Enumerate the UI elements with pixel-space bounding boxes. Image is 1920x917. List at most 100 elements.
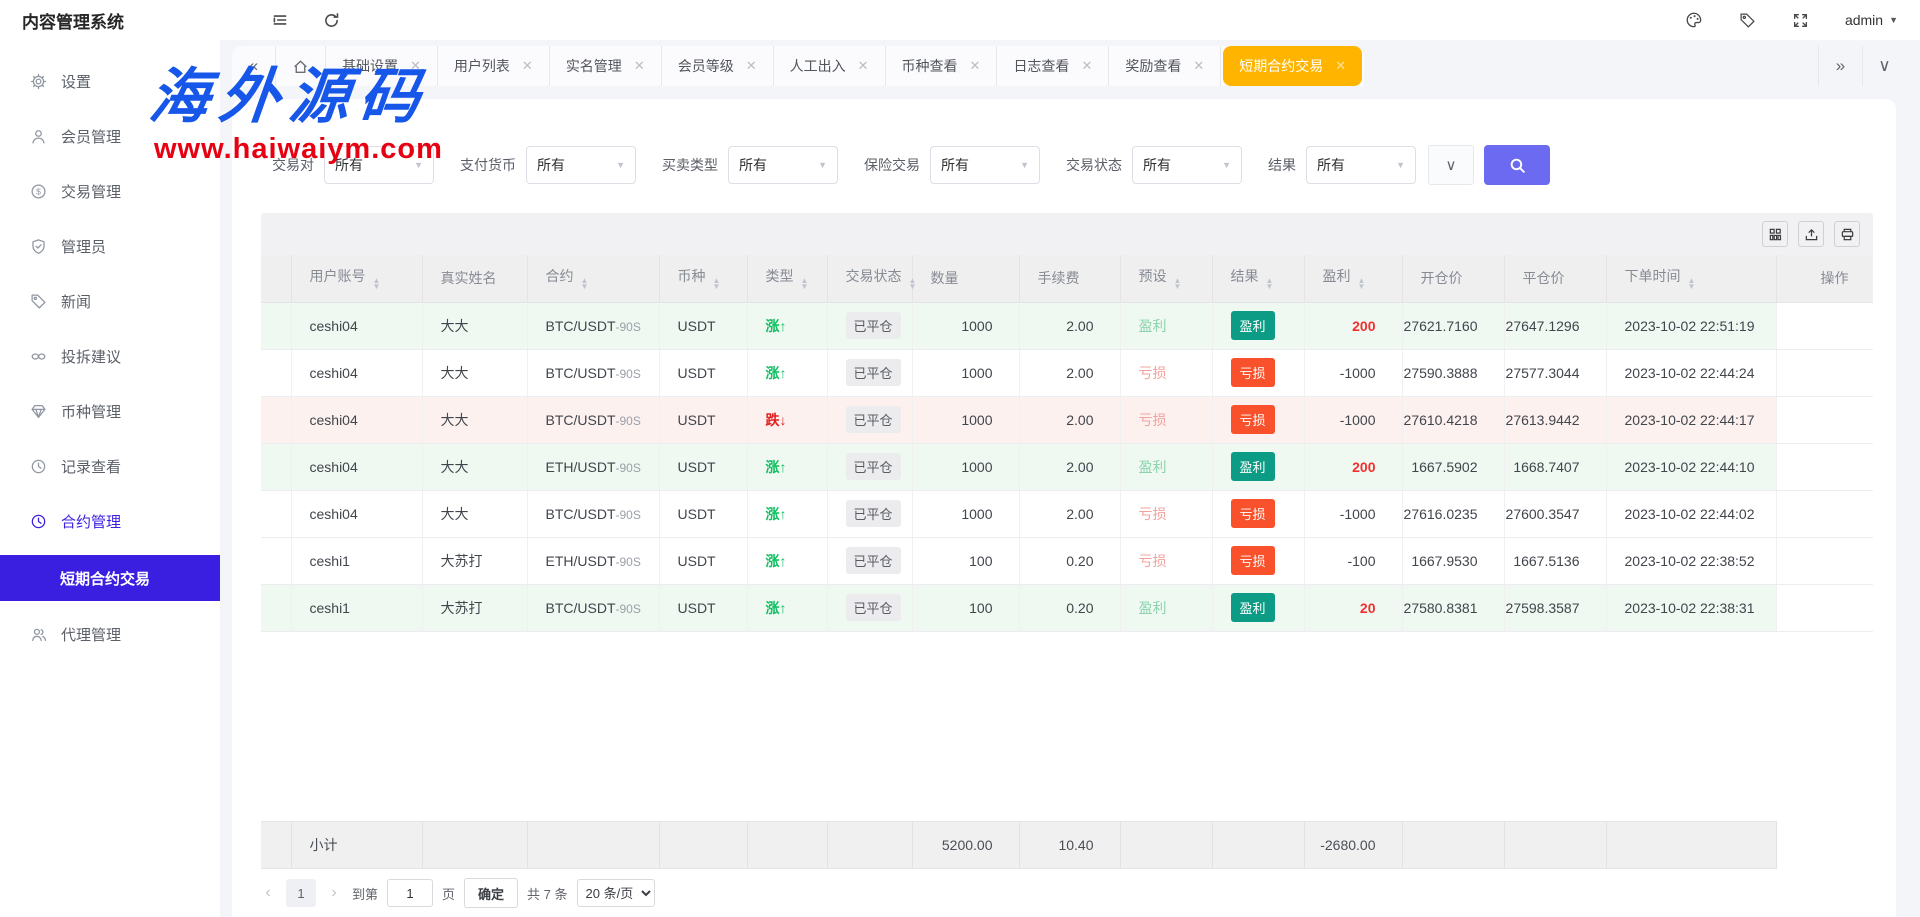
print-button[interactable] xyxy=(1834,221,1860,247)
sidebar-item-coins[interactable]: 币种管理 xyxy=(0,384,220,439)
tab-coin-view[interactable]: 币种查看✕ xyxy=(886,46,998,86)
col-type[interactable]: 类型▲▼ xyxy=(747,255,827,302)
cell-coin: USDT xyxy=(659,443,747,490)
filter-bar: 交易对 所有▼ 支付货币 所有▼ 买卖类型 所有▼ 保险交易 所有▼ 交易状态 … xyxy=(232,99,1896,189)
sidebar-item-agents[interactable]: 代理管理 xyxy=(0,607,220,662)
tabs-scroll-left-icon[interactable]: « xyxy=(232,46,276,86)
cell-result: 亏损 xyxy=(1212,490,1304,537)
user-menu[interactable]: admin ▼ xyxy=(1845,12,1898,28)
sidebar-item-settings[interactable]: 设置 xyxy=(0,54,220,109)
per-page-select[interactable]: 20 条/页 xyxy=(577,879,655,907)
theme-palette-icon[interactable] xyxy=(1685,11,1703,29)
sidebar-item-admins[interactable]: 管理员 xyxy=(0,219,220,274)
col-coin[interactable]: 币种▲▼ xyxy=(659,255,747,302)
next-page-icon[interactable]: › xyxy=(325,884,343,902)
cell-type: 涨↑ xyxy=(747,490,827,537)
sidebar-item-label: 管理员 xyxy=(61,236,106,257)
cell-actions xyxy=(1776,396,1873,443)
col-actions: 操作 xyxy=(1776,255,1873,302)
tab-realname[interactable]: 实名管理✕ xyxy=(550,46,662,86)
close-icon[interactable]: ✕ xyxy=(1335,58,1346,74)
cell-order-time: 2023-10-02 22:44:17 xyxy=(1606,396,1776,443)
result-badge: 亏损 xyxy=(1231,499,1275,528)
tab-member-level[interactable]: 会员等级✕ xyxy=(662,46,774,86)
insurance-select[interactable]: 所有▼ xyxy=(930,146,1040,184)
col-fee: 手续费 xyxy=(1019,255,1120,302)
close-icon[interactable]: ✕ xyxy=(410,58,421,74)
shield-check-icon xyxy=(30,238,47,255)
status-badge: 已平仓 xyxy=(846,500,901,527)
collapse-sidebar-icon[interactable] xyxy=(271,11,289,29)
sidebar-item-feedback[interactable]: 投拆建议 xyxy=(0,329,220,384)
cell-type: 跌↓ xyxy=(747,396,827,443)
tab-user-list[interactable]: 用户列表✕ xyxy=(438,46,550,86)
trade-type-select[interactable]: 所有▼ xyxy=(728,146,838,184)
export-button[interactable] xyxy=(1798,221,1824,247)
cell-fee: 2.00 xyxy=(1019,396,1120,443)
cell-order-time: 2023-10-02 22:44:02 xyxy=(1606,490,1776,537)
close-icon[interactable]: ✕ xyxy=(970,58,981,74)
cell-type: 涨↑ xyxy=(747,349,827,396)
home-tab[interactable] xyxy=(276,46,326,86)
search-button[interactable] xyxy=(1484,145,1550,185)
tab-basic-settings[interactable]: 基础设置✕ xyxy=(326,46,438,86)
col-order-time[interactable]: 下单时间▲▼ xyxy=(1606,255,1776,302)
filter-label: 支付货币 xyxy=(460,155,516,175)
expand-filters-button[interactable]: ∨ xyxy=(1428,145,1474,185)
tab-short-contract-trades[interactable]: 短期合约交易✕ xyxy=(1223,46,1362,86)
status-badge: 已平仓 xyxy=(846,359,901,386)
col-user[interactable]: 用户账号▲▼ xyxy=(291,255,422,302)
confirm-page-button[interactable]: 确定 xyxy=(464,878,518,908)
close-icon[interactable]: ✕ xyxy=(634,58,645,74)
table-row: ceshi04 大大 BTC/USDT-90S USDT 涨↑ 已平仓 1000… xyxy=(261,490,1873,537)
cell-realname: 大苏打 xyxy=(422,584,527,631)
fullscreen-icon[interactable] xyxy=(1792,12,1809,29)
cell-type: 涨↑ xyxy=(747,537,827,584)
sidebar-item-contracts[interactable]: 合约管理 xyxy=(0,494,220,549)
col-preset[interactable]: 预设▲▼ xyxy=(1120,255,1212,302)
tab-log-view[interactable]: 日志查看✕ xyxy=(997,46,1109,86)
cell-realname: 大大 xyxy=(422,490,527,537)
sidebar-item-members[interactable]: 会员管理 xyxy=(0,109,220,164)
col-contract[interactable]: 合约▲▼ xyxy=(527,255,659,302)
table-row: ceshi1 大苏打 ETH/USDT-90S USDT 涨↑ 已平仓 100 … xyxy=(261,537,1873,584)
filter-label: 保险交易 xyxy=(864,155,920,175)
topbar-actions: admin ▼ xyxy=(1685,11,1898,29)
goto-page-input[interactable] xyxy=(387,879,433,907)
tag-icon[interactable] xyxy=(1739,12,1756,29)
cell-preset: 盈利 xyxy=(1120,302,1212,349)
sidebar-item-records[interactable]: 记录查看 xyxy=(0,439,220,494)
trading-pair-select[interactable]: 所有▼ xyxy=(324,146,434,184)
tabs-scroll-right-icon[interactable]: » xyxy=(1818,46,1862,86)
tabs-options-icon[interactable]: ∨ xyxy=(1862,46,1906,86)
column-settings-button[interactable] xyxy=(1762,221,1788,247)
prev-page-icon[interactable]: ‹ xyxy=(259,884,277,902)
result-select[interactable]: 所有▼ xyxy=(1306,146,1416,184)
cell-order-time: 2023-10-02 22:44:10 xyxy=(1606,443,1776,490)
sidebar-item-trades[interactable]: $ 交易管理 xyxy=(0,164,220,219)
cell-profit: -1000 xyxy=(1304,349,1402,396)
tab-reward-view[interactable]: 奖励查看✕ xyxy=(1109,46,1221,86)
cell-profit: -100 xyxy=(1304,537,1402,584)
cell-result: 亏损 xyxy=(1212,537,1304,584)
close-icon[interactable]: ✕ xyxy=(1193,58,1204,74)
close-icon[interactable]: ✕ xyxy=(522,58,533,74)
col-result[interactable]: 结果▲▼ xyxy=(1212,255,1304,302)
cell-actions xyxy=(1776,302,1873,349)
cell-fee: 2.00 xyxy=(1019,443,1120,490)
result-badge: 盈利 xyxy=(1231,593,1275,622)
pay-currency-select[interactable]: 所有▼ xyxy=(526,146,636,184)
col-qty: 数量 xyxy=(912,255,1019,302)
close-icon[interactable]: ✕ xyxy=(1081,58,1092,74)
tab-manual-io[interactable]: 人工出入✕ xyxy=(774,46,886,86)
close-icon[interactable]: ✕ xyxy=(858,58,869,74)
sidebar-item-short-contract-trades[interactable]: 短期合约交易 xyxy=(0,555,220,601)
col-status[interactable]: 交易状态▲▼ xyxy=(827,255,912,302)
current-page[interactable]: 1 xyxy=(286,879,316,907)
sort-icon: ▲▼ xyxy=(1174,278,1182,290)
col-profit[interactable]: 盈利▲▼ xyxy=(1304,255,1402,302)
trade-status-select[interactable]: 所有▼ xyxy=(1132,146,1242,184)
refresh-icon[interactable] xyxy=(323,12,340,29)
close-icon[interactable]: ✕ xyxy=(746,58,757,74)
sidebar-item-news[interactable]: 新闻 xyxy=(0,274,220,329)
